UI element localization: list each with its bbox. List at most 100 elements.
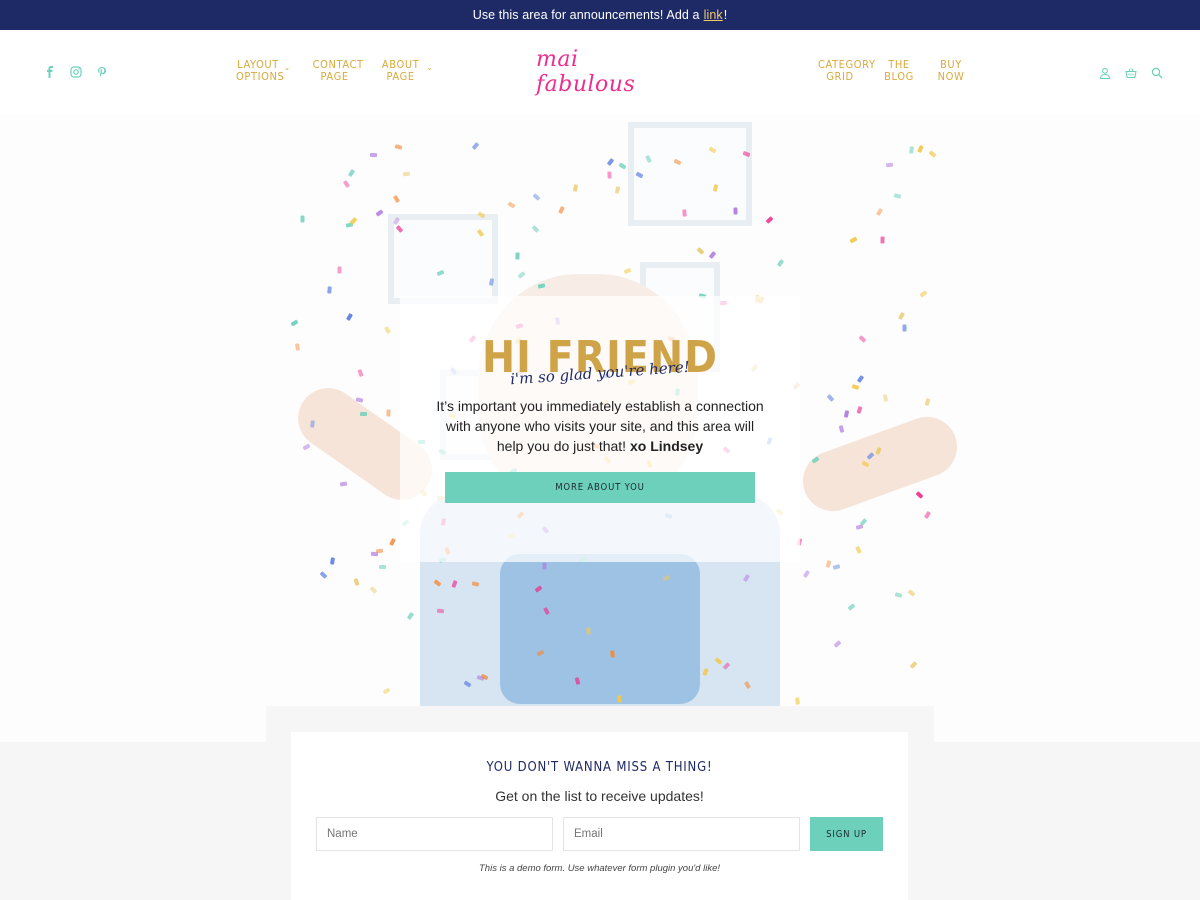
confetti-piece [290, 319, 299, 327]
confetti-piece [384, 326, 392, 335]
email-field[interactable] [563, 817, 800, 851]
confetti-piece [618, 162, 627, 170]
confetti-piece [346, 312, 354, 321]
sign-up-button[interactable]: SIGN UP [810, 817, 883, 851]
facebook-icon[interactable] [44, 66, 56, 78]
confetti-piece [854, 546, 862, 555]
confetti-piece [847, 603, 856, 611]
confetti-piece [507, 201, 516, 209]
confetti-piece [708, 250, 717, 259]
confetti-piece [388, 537, 396, 546]
nav-item-label: LAYOUT OPTIONS [236, 58, 285, 83]
instagram-icon[interactable] [70, 66, 82, 78]
confetti-piece [517, 271, 526, 279]
announcement-bar: Use this area for announcements! Add a l… [0, 0, 1200, 30]
confetti-piece [858, 335, 866, 343]
confetti-piece [309, 420, 315, 429]
pinterest-icon[interactable] [96, 66, 108, 78]
confetti-piece [765, 215, 773, 224]
cart-icon[interactable] [1124, 66, 1137, 79]
confetti-piece [893, 193, 901, 199]
background-frame [388, 214, 498, 304]
confetti-piece [916, 144, 924, 153]
confetti-piece [300, 215, 305, 223]
confetti-piece [856, 405, 863, 414]
confetti-piece [928, 150, 937, 158]
confetti-piece [386, 409, 391, 417]
confetti-piece [607, 171, 612, 179]
confetti-piece [907, 589, 916, 598]
confetti-piece [353, 578, 360, 587]
confetti-piece [832, 563, 841, 570]
confetti-piece [295, 343, 301, 352]
nav-item-label: CATEGORY GRID [818, 58, 876, 83]
confetti-piece [359, 411, 367, 416]
confetti-piece [902, 324, 907, 332]
confetti-piece [558, 206, 565, 215]
signup-subtitle: Get on the list to receive updates! [495, 788, 704, 804]
confetti-piece [895, 592, 903, 599]
hero-section: HI FRIEND i'm so glad you're here! It’s … [0, 114, 1200, 742]
name-field[interactable] [316, 817, 553, 851]
confetti-piece [471, 580, 480, 587]
confetti-piece [532, 192, 541, 201]
chevron-down-icon: ⌄ [284, 63, 291, 72]
confetti-piece [586, 627, 591, 635]
announcement-text: Use this area for announcements! Add a [472, 8, 700, 22]
confetti-piece [617, 695, 622, 703]
hero-body-signature: xo Lindsey [629, 438, 704, 454]
confetti-piece [825, 560, 831, 569]
confetti-piece [855, 523, 864, 530]
confetti-piece [379, 564, 387, 570]
confetti-piece [357, 368, 364, 377]
confetti-piece [776, 258, 784, 267]
confetti-piece [915, 490, 924, 499]
hero-card: HI FRIEND i'm so glad you're here! It’s … [400, 296, 800, 562]
confetti-piece [382, 687, 391, 695]
announcement-link[interactable]: link [704, 8, 723, 22]
primary-nav-right: CATEGORY GRID THE BLOG BUY NOW [818, 59, 966, 83]
header-utility-icons [1098, 66, 1163, 79]
confetti-piece [833, 639, 842, 648]
signup-box: YOU DON'T WANNA MISS A THING! Get on the… [291, 732, 908, 900]
confetti-piece [375, 548, 383, 554]
nav-item-the-blog[interactable]: THE BLOG [884, 59, 914, 83]
confetti-piece [852, 383, 860, 390]
confetti-piece [897, 311, 905, 321]
nav-item-buy-now[interactable]: BUY NOW [936, 59, 966, 83]
confetti-piece [349, 216, 358, 225]
more-about-you-button[interactable]: MORE ABOUT YOU [445, 472, 755, 503]
signup-title: YOU DON'T WANNA MISS A THING! [486, 760, 713, 775]
confetti-piece [924, 397, 931, 406]
confetti-piece [347, 168, 355, 177]
confetti-piece [327, 286, 333, 294]
confetti-piece [886, 162, 894, 168]
confetti-piece [923, 510, 931, 519]
site-logo[interactable]: mai fabulous [536, 47, 666, 97]
nav-item-about-page[interactable]: ABOUT PAGE ⌄ [379, 59, 434, 83]
confetti-piece [542, 562, 546, 570]
nav-item-layout-options[interactable]: LAYOUT OPTIONS ⌄ [236, 59, 291, 83]
confetti-piece [531, 225, 540, 234]
search-icon[interactable] [1150, 66, 1163, 79]
confetti-piece [342, 180, 351, 189]
nav-item-contact-page[interactable]: CONTACT PAGE [312, 58, 364, 83]
confetti-piece [436, 608, 445, 614]
nav-item-label: THE BLOG [884, 58, 914, 83]
chevron-down-icon: ⌄ [426, 63, 434, 72]
hero-body-text: It’s important you immediately establish… [435, 396, 765, 456]
confetti-piece [849, 236, 858, 244]
announcement-suffix: ! [723, 8, 728, 22]
confetti-piece [795, 697, 800, 705]
confetti-piece [838, 424, 845, 433]
confetti-piece [909, 146, 914, 155]
confetti-piece [515, 252, 520, 260]
confetti-piece [375, 209, 384, 217]
user-icon[interactable] [1098, 66, 1111, 79]
nav-item-label: CONTACT PAGE [312, 58, 364, 83]
confetti-piece [402, 171, 410, 177]
confetti-piece [339, 481, 348, 487]
primary-nav-left: LAYOUT OPTIONS ⌄ CONTACT PAGE ABOUT PAGE… [236, 59, 433, 83]
nav-item-category-grid[interactable]: CATEGORY GRID [818, 58, 876, 83]
social-links [44, 66, 108, 78]
